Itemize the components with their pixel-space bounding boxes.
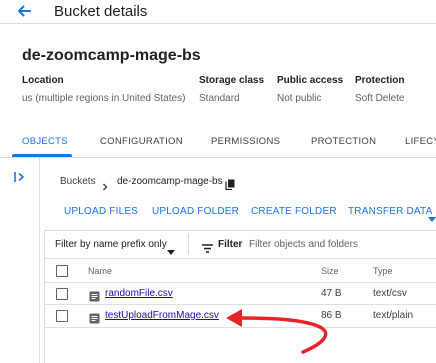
filter-divider bbox=[188, 234, 189, 254]
upload-files-button[interactable]: UPLOAD FILES bbox=[64, 206, 138, 217]
caret-down-icon[interactable] bbox=[428, 209, 436, 227]
expand-panel-icon[interactable] bbox=[13, 170, 27, 184]
table-border-top bbox=[44, 258, 436, 259]
left-rail bbox=[0, 158, 40, 363]
public-access-value: Not public bbox=[277, 93, 322, 104]
tab-protection[interactable]: PROTECTION bbox=[311, 136, 376, 147]
table-divider bbox=[44, 327, 436, 328]
filter-input[interactable] bbox=[249, 236, 429, 252]
file-type: text/plain bbox=[373, 310, 414, 321]
filter-label: Filter bbox=[218, 239, 243, 250]
tab-lifecycle[interactable]: LIFECY bbox=[405, 136, 436, 147]
row-checkbox[interactable] bbox=[56, 310, 68, 322]
transfer-data-button[interactable]: TRANSFER DATA bbox=[348, 206, 432, 217]
file-icon bbox=[89, 289, 100, 302]
chevron-right-icon bbox=[101, 178, 109, 196]
filter-prefix-select[interactable]: Filter by name prefix only bbox=[55, 239, 167, 250]
storage-class-value: Standard bbox=[199, 93, 240, 104]
breadcrumb-root[interactable]: Buckets bbox=[60, 176, 96, 187]
top-bar: Bucket details bbox=[0, 0, 436, 24]
file-type: text/csv bbox=[373, 288, 407, 299]
protection-value: Soft Delete bbox=[355, 93, 405, 104]
location-label: Location bbox=[22, 75, 64, 86]
file-icon bbox=[89, 311, 100, 324]
file-link[interactable]: testUploadFromMage.csv bbox=[105, 310, 219, 321]
table-divider bbox=[44, 304, 436, 305]
column-header-type[interactable]: Type bbox=[373, 266, 393, 276]
copy-icon[interactable] bbox=[225, 177, 235, 195]
bucket-name: de-zoomcamp-mage-bs bbox=[22, 47, 201, 64]
location-value: us (multiple regions in United States) bbox=[22, 93, 186, 104]
page-title: Bucket details bbox=[54, 3, 148, 20]
upload-folder-button[interactable]: UPLOAD FOLDER bbox=[152, 206, 239, 217]
file-size: 86 B bbox=[321, 310, 342, 321]
tab-bar: OBJECTS CONFIGURATION PERMISSIONS PROTEC… bbox=[0, 126, 436, 158]
create-folder-button[interactable]: CREATE FOLDER bbox=[251, 206, 337, 217]
tab-permissions[interactable]: PERMISSIONS bbox=[211, 136, 280, 147]
breadcrumb-current: de-zoomcamp-mage-bs bbox=[117, 176, 223, 187]
row-checkbox[interactable] bbox=[56, 288, 68, 300]
select-all-checkbox[interactable] bbox=[56, 265, 68, 277]
table-divider bbox=[44, 282, 436, 283]
file-size: 47 B bbox=[321, 288, 342, 299]
filter-icon bbox=[202, 240, 213, 258]
column-header-size[interactable]: Size bbox=[321, 266, 339, 276]
back-arrow-icon[interactable] bbox=[14, 1, 34, 21]
active-tab-indicator bbox=[12, 154, 72, 157]
storage-class-label: Storage class bbox=[199, 75, 265, 86]
public-access-label: Public access bbox=[277, 75, 344, 86]
file-link[interactable]: randomFile.csv bbox=[105, 288, 173, 299]
column-header-name[interactable]: Name bbox=[88, 266, 112, 276]
tab-configuration[interactable]: CONFIGURATION bbox=[100, 136, 183, 147]
protection-label: Protection bbox=[355, 75, 405, 86]
tab-objects[interactable]: OBJECTS bbox=[22, 136, 68, 147]
